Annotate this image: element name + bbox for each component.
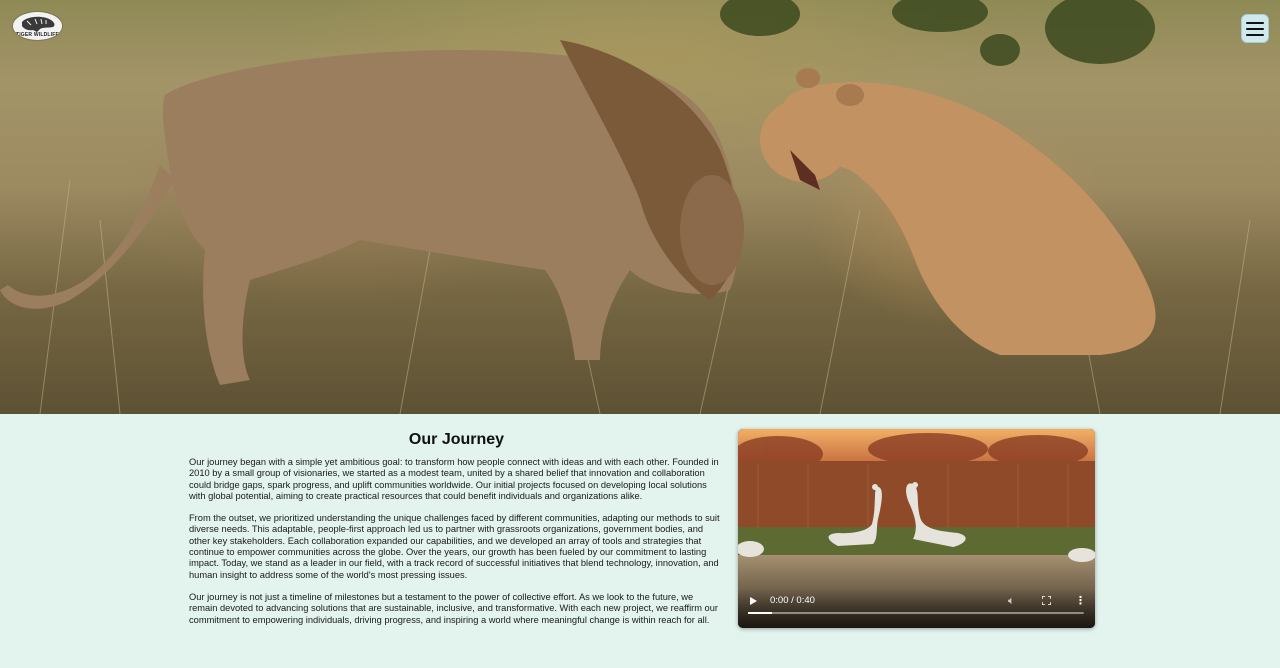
volume-icon[interactable]: 🔈︎: [1008, 594, 1015, 608]
video-controls: 0:00 / 0:40 🔈︎ ⋮: [738, 588, 1095, 628]
hamburger-menu-button[interactable]: [1241, 14, 1269, 43]
video-time: 0:00 / 0:40: [770, 595, 815, 606]
video-progress-bar[interactable]: [748, 612, 1084, 614]
logo[interactable]: TIGER WILDLIFE: [13, 12, 62, 40]
section-title: Our Journey: [408, 431, 505, 448]
hero-image: [0, 0, 1251, 414]
more-options-icon[interactable]: ⋮: [1075, 594, 1086, 607]
hamburger-icon-bar: [1246, 33, 1264, 36]
article-paragraph: Our journey is not just a timeline of mi…: [189, 591, 718, 625]
article-paragraph: From the outset, we prioritized understa…: [189, 513, 720, 580]
article-paragraph: Our journey began with a simple yet ambi…: [189, 457, 719, 501]
video-progress-fill: [748, 612, 772, 614]
hero-banner: TIGER WILDLIFE: [0, 0, 1280, 414]
journey-section: Our Journey Our journey began with a sim…: [0, 414, 1280, 668]
hamburger-icon-bar: [1246, 21, 1264, 24]
fullscreen-icon[interactable]: [1042, 596, 1051, 605]
play-icon[interactable]: [750, 597, 757, 605]
hamburger-icon-bar: [1246, 27, 1264, 30]
video-player[interactable]: 0:00 / 0:40 🔈︎ ⋮: [738, 429, 1095, 628]
journey-article: Our Journey Our journey began with a sim…: [189, 431, 724, 637]
logo-text: TIGER WILDLIFE: [15, 32, 60, 38]
